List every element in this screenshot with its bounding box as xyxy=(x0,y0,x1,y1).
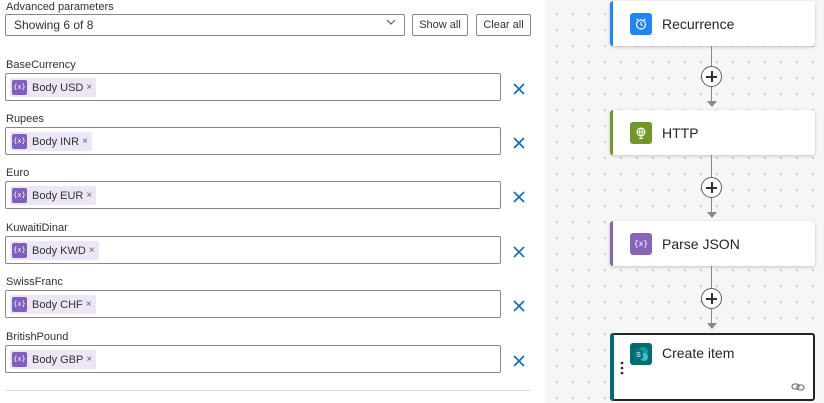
token-remove-icon[interactable]: × xyxy=(86,354,92,365)
field-britishpound: BritishPound {x} Body GBP × xyxy=(5,331,533,377)
dynamic-token[interactable]: {x} Body USD × xyxy=(10,78,97,97)
field-label: BaseCurrency xyxy=(6,59,76,71)
field-euro: Euro {x} Body EUR × xyxy=(5,167,533,213)
delete-field-icon[interactable] xyxy=(511,298,527,314)
field-input[interactable]: {x} Body INR × xyxy=(5,127,501,155)
add-step-button[interactable] xyxy=(701,177,722,198)
show-all-button[interactable]: Show all xyxy=(412,14,468,36)
field-label: KuwaitiDinar xyxy=(6,222,68,234)
field-input[interactable]: {x} Body GBP × xyxy=(5,345,501,373)
token-label: Body INR xyxy=(32,135,80,148)
action-card-recurrence[interactable]: Recurrence xyxy=(610,1,815,46)
token-remove-icon[interactable]: × xyxy=(89,245,95,256)
token-remove-icon[interactable]: × xyxy=(86,82,92,93)
dynamic-token[interactable]: {x} Body EUR × xyxy=(10,186,97,205)
add-step-button[interactable] xyxy=(701,66,722,87)
sharepoint-icon: S xyxy=(630,343,652,365)
variable-icon: {x} xyxy=(12,134,27,149)
delete-field-icon[interactable] xyxy=(511,135,527,151)
token-label: Body CHF xyxy=(32,298,83,311)
token-remove-icon[interactable]: × xyxy=(86,299,92,310)
chevron-down-icon xyxy=(386,19,396,25)
arrow-head-icon xyxy=(707,101,717,107)
variable-icon: {x} xyxy=(630,232,652,255)
token-label: Body KWD xyxy=(32,244,86,257)
action-title: Recurrence xyxy=(662,15,735,32)
field-kuwaitidinar: KuwaitiDinar {x} Body KWD × xyxy=(5,222,533,268)
token-label: Body USD xyxy=(32,81,84,94)
delete-field-icon[interactable] xyxy=(511,353,527,369)
card-accent xyxy=(610,333,614,401)
dynamic-token[interactable]: {x} Body KWD × xyxy=(10,241,99,260)
delete-field-icon[interactable] xyxy=(511,81,527,97)
divider xyxy=(5,390,531,391)
field-input[interactable]: {x} Body KWD × xyxy=(5,236,501,264)
action-card-http[interactable]: HTTP xyxy=(610,110,815,155)
arrow-head-icon xyxy=(707,212,717,218)
token-label: Body EUR xyxy=(32,189,84,202)
field-basecurrency: BaseCurrency {x} Body USD × xyxy=(5,59,533,105)
variable-icon: {x} xyxy=(12,297,27,312)
field-label: SwissFranc xyxy=(6,276,63,288)
action-card-create-item[interactable]: S Create item xyxy=(610,333,815,401)
dynamic-token[interactable]: {x} Body CHF × xyxy=(10,295,96,314)
action-title: Parse JSON xyxy=(662,235,740,252)
clear-all-button[interactable]: Clear all xyxy=(476,14,531,36)
token-label: Body GBP xyxy=(32,353,84,366)
parameters-panel: Advanced parameters Showing 6 of 8 Show … xyxy=(0,0,545,403)
field-label: Euro xyxy=(6,167,30,179)
delete-field-icon[interactable] xyxy=(511,244,527,260)
variable-icon: {x} xyxy=(12,80,27,95)
svg-text:S: S xyxy=(636,352,641,359)
dynamic-token[interactable]: {x} Body INR × xyxy=(10,132,92,151)
more-options-icon[interactable] xyxy=(620,361,624,375)
variable-icon: {x} xyxy=(12,352,27,367)
field-rupees: Rupees {x} Body INR × xyxy=(5,113,533,159)
token-remove-icon[interactable]: × xyxy=(82,136,88,147)
add-step-button[interactable] xyxy=(701,288,722,309)
link-icon[interactable] xyxy=(791,382,805,392)
action-title: HTTP xyxy=(662,124,699,141)
action-card-parse-json[interactable]: {x} Parse JSON xyxy=(610,221,815,266)
card-accent xyxy=(610,110,613,155)
variable-icon: {x} xyxy=(12,188,27,203)
arrow-head-icon xyxy=(707,323,717,329)
card-accent xyxy=(610,221,613,266)
field-label: BritishPound xyxy=(6,331,69,343)
delete-field-icon[interactable] xyxy=(511,189,527,205)
token-remove-icon[interactable]: × xyxy=(86,190,92,201)
dropdown-value: Showing 6 of 8 xyxy=(14,18,94,32)
globe-icon xyxy=(630,121,652,144)
advanced-parameters-dropdown[interactable]: Showing 6 of 8 xyxy=(5,14,405,36)
dynamic-token[interactable]: {x} Body GBP × xyxy=(10,350,97,369)
field-input[interactable]: {x} Body CHF × xyxy=(5,290,501,318)
variable-glyph: {x} xyxy=(633,239,649,248)
field-input[interactable]: {x} Body USD × xyxy=(5,73,501,101)
card-accent xyxy=(610,1,613,46)
variable-icon: {x} xyxy=(12,243,27,258)
field-swissfranc: SwissFranc {x} Body CHF × xyxy=(5,276,533,322)
advanced-parameters-label: Advanced parameters xyxy=(6,1,114,13)
field-input[interactable]: {x} Body EUR × xyxy=(5,181,501,209)
field-label: Rupees xyxy=(6,113,44,125)
flow-canvas[interactable]: Recurrence HTTP {x} Parse JSON S Create … xyxy=(545,0,824,403)
action-title: Create item xyxy=(662,345,735,361)
alarm-clock-icon xyxy=(630,12,652,35)
